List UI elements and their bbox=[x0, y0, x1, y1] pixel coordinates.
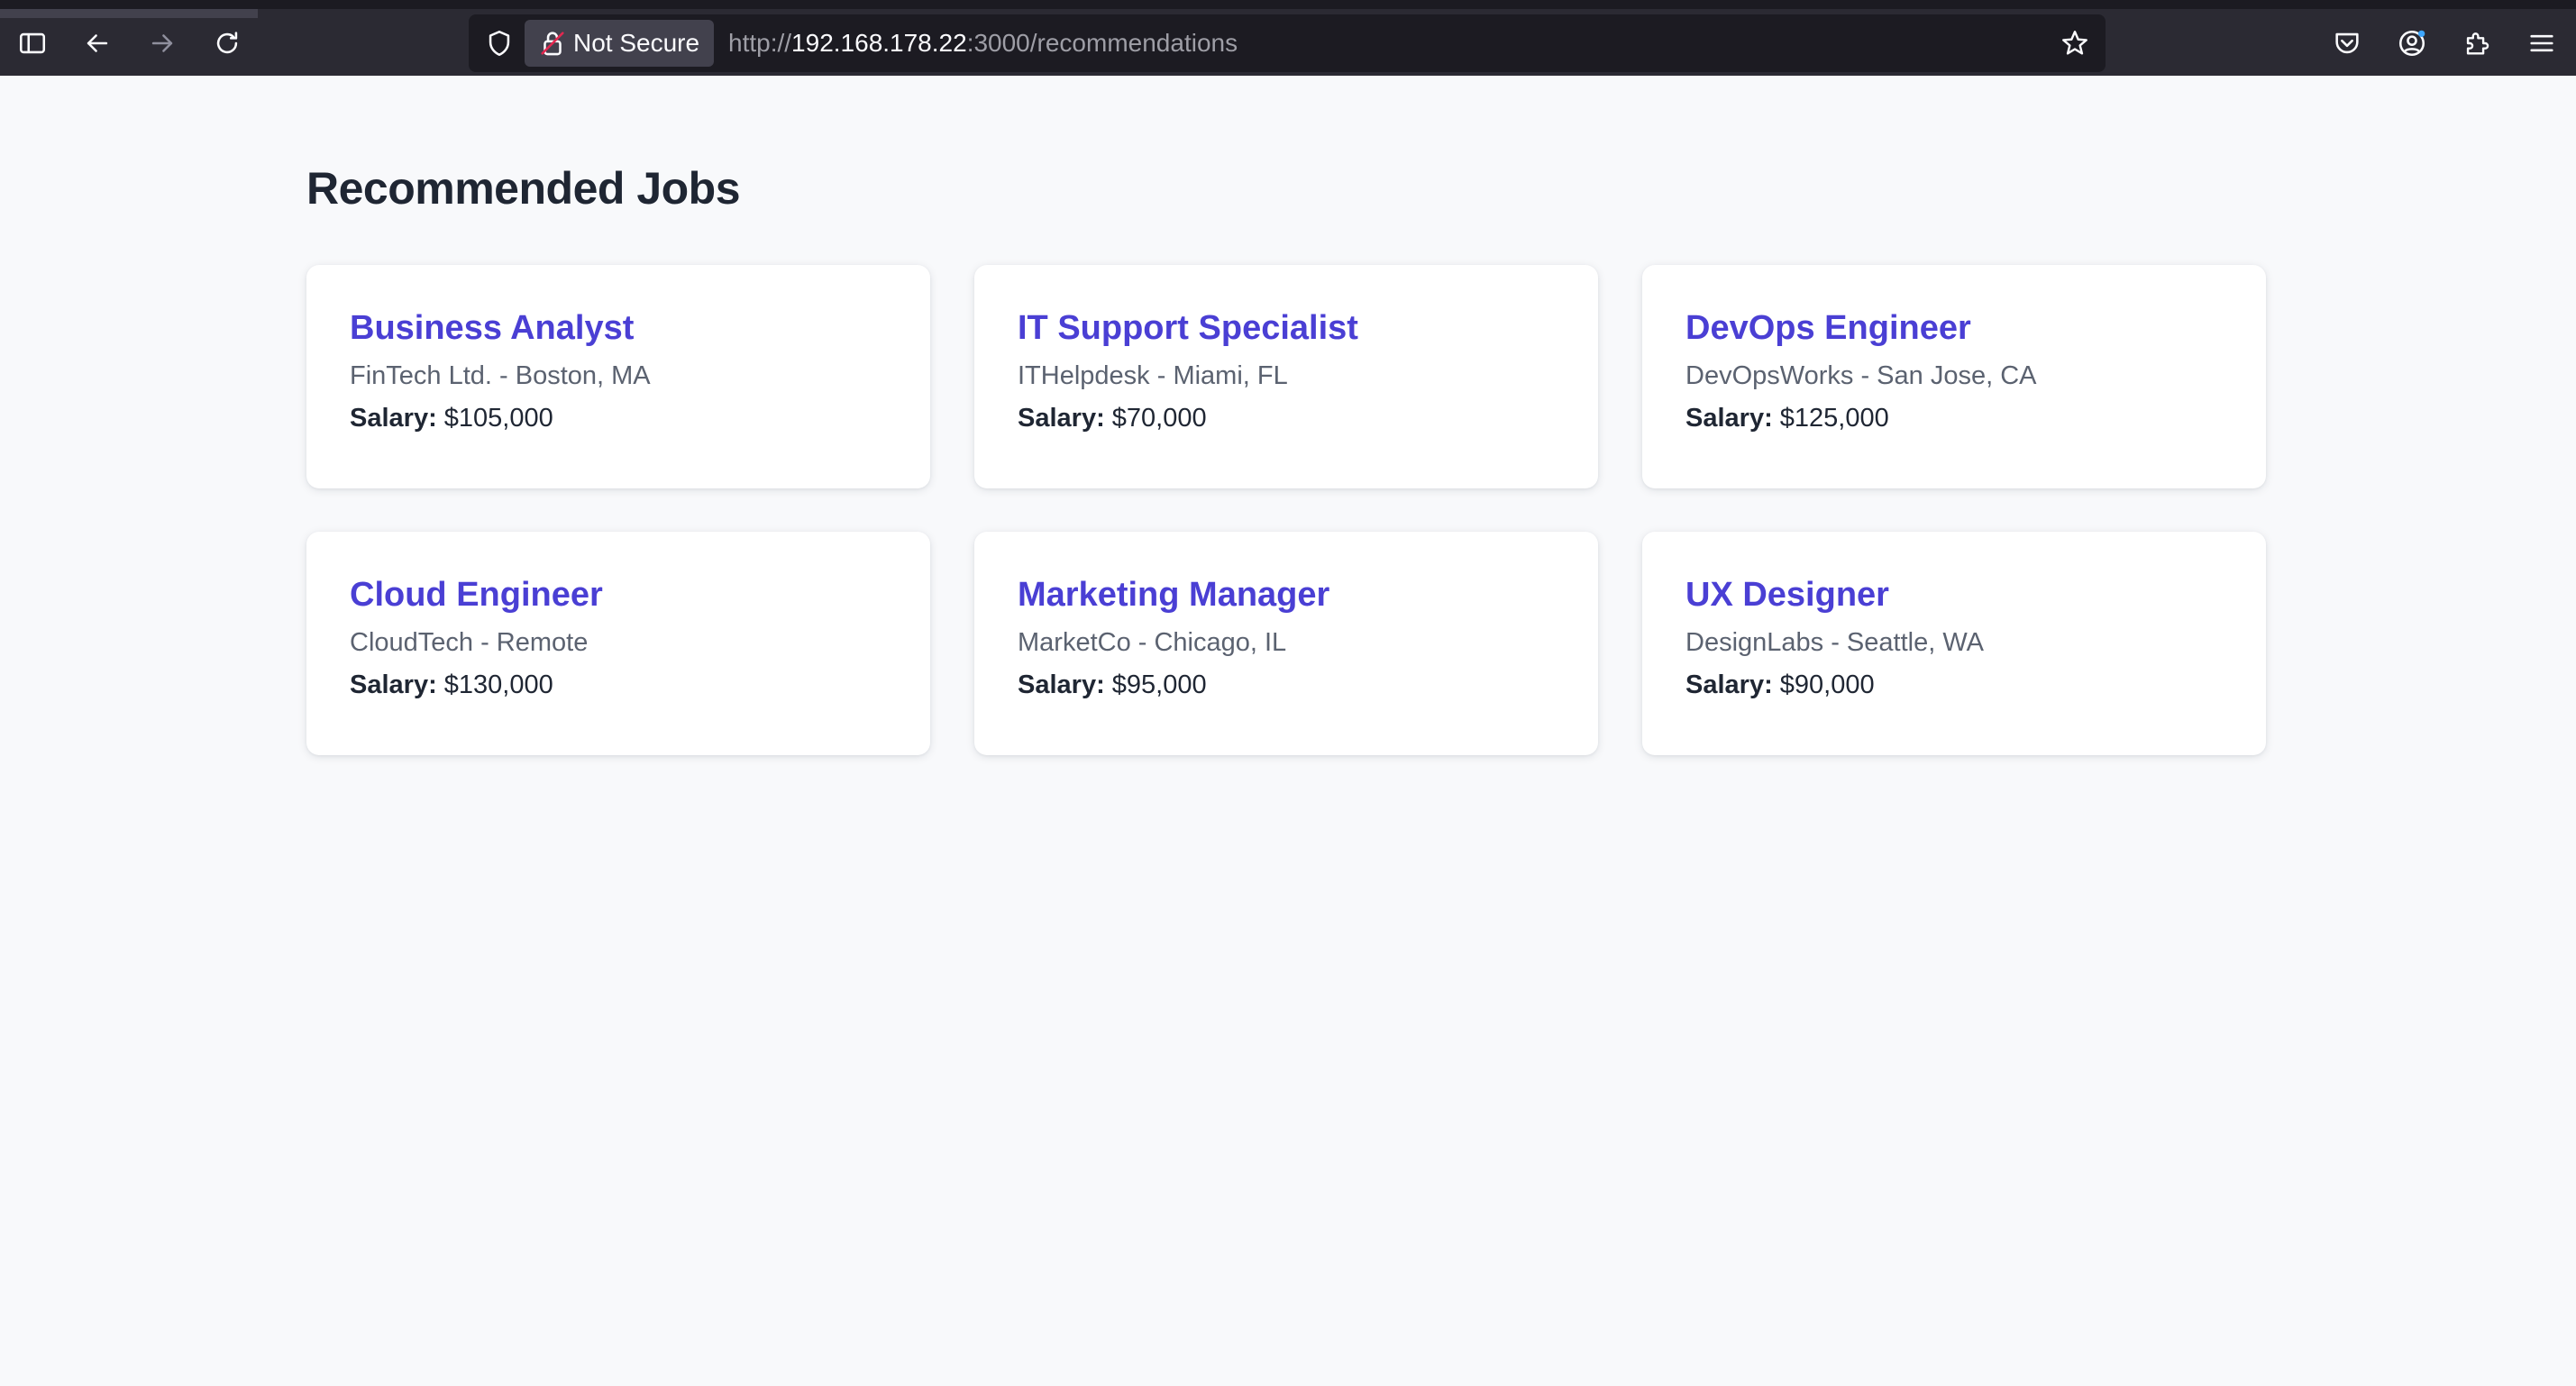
salary-label: Salary: bbox=[1685, 404, 1773, 433]
app-menu-button[interactable] bbox=[2520, 22, 2563, 65]
job-card-grid: Business Analyst FinTech Ltd. - Boston, … bbox=[306, 265, 2270, 755]
page-title: Recommended Jobs bbox=[306, 163, 741, 214]
salary-value: $105,000 bbox=[443, 404, 553, 433]
job-card[interactable]: Marketing Manager MarketCo - Chicago, IL… bbox=[974, 532, 1598, 755]
url-host: 192.168.178.22 bbox=[791, 29, 967, 57]
salary-value: $125,000 bbox=[1779, 404, 1889, 433]
salary-value: $95,000 bbox=[1111, 670, 1207, 699]
job-title-link[interactable]: DevOps Engineer bbox=[1685, 308, 2223, 348]
job-company-location: MarketCo - Chicago, IL bbox=[1018, 628, 1287, 657]
job-salary: Salary: $130,000 bbox=[350, 670, 887, 700]
salary-label: Salary: bbox=[1018, 404, 1105, 433]
job-card[interactable]: IT Support Specialist ITHelpdesk - Miami… bbox=[974, 265, 1598, 488]
pocket-icon bbox=[2335, 32, 2359, 54]
job-title-link[interactable]: Cloud Engineer bbox=[350, 575, 887, 615]
job-card[interactable]: DevOps Engineer DevOpsWorks - San Jose, … bbox=[1642, 265, 2266, 488]
job-company-location: DevOpsWorks - San Jose, CA bbox=[1685, 361, 2037, 390]
job-title-link[interactable]: IT Support Specialist bbox=[1018, 308, 1555, 348]
salary-label: Salary: bbox=[1685, 670, 1773, 699]
salary-value: $70,000 bbox=[1111, 404, 1207, 433]
arrow-right-icon bbox=[151, 34, 173, 52]
shield-icon bbox=[489, 30, 510, 57]
salary-value: $130,000 bbox=[443, 670, 553, 699]
salary-label: Salary: bbox=[1018, 670, 1105, 699]
job-card[interactable]: Cloud Engineer CloudTech - Remote Salary… bbox=[306, 532, 930, 755]
notification-dot bbox=[2417, 30, 2425, 38]
arrow-left-icon bbox=[87, 34, 108, 52]
salary-label: Salary: bbox=[350, 670, 437, 699]
job-salary: Salary: $105,000 bbox=[350, 403, 887, 433]
job-company-location: CloudTech - Remote bbox=[350, 628, 589, 657]
sidebar-toggle-button[interactable] bbox=[11, 22, 54, 65]
tab-strip-indicator bbox=[0, 9, 258, 18]
browser-toolbar: Not Secure http://192.168.178.22:3000/re… bbox=[0, 0, 2576, 76]
job-salary: Salary: $70,000 bbox=[1018, 403, 1555, 433]
not-secure-label: Not Secure bbox=[573, 29, 700, 57]
job-company-location: DesignLabs - Seattle, WA bbox=[1685, 628, 1984, 657]
job-title-link[interactable]: UX Designer bbox=[1685, 575, 2223, 615]
page-content: Recommended Jobs Business Analyst FinTec… bbox=[0, 76, 2576, 1386]
reload-button[interactable] bbox=[206, 22, 249, 65]
hamburger-menu-icon bbox=[2530, 34, 2553, 52]
salary-value: $90,000 bbox=[1779, 670, 1875, 699]
back-button[interactable] bbox=[76, 22, 119, 65]
star-icon bbox=[2062, 31, 2087, 55]
job-salary: Salary: $90,000 bbox=[1685, 670, 2223, 700]
account-button[interactable] bbox=[2390, 22, 2434, 65]
pocket-button[interactable] bbox=[2325, 22, 2369, 65]
job-card[interactable]: UX Designer DesignLabs - Seattle, WA Sal… bbox=[1642, 532, 2266, 755]
reload-icon bbox=[216, 32, 238, 54]
url-text[interactable]: http://192.168.178.22:3000/recommendatio… bbox=[728, 14, 1238, 72]
job-company-location: FinTech Ltd. - Boston, MA bbox=[350, 361, 651, 390]
job-card[interactable]: Business Analyst FinTech Ltd. - Boston, … bbox=[306, 265, 930, 488]
job-salary: Salary: $125,000 bbox=[1685, 403, 2223, 433]
salary-label: Salary: bbox=[350, 404, 437, 433]
bookmark-button[interactable] bbox=[2053, 22, 2096, 65]
puzzle-icon bbox=[2466, 32, 2489, 55]
broken-lock-icon bbox=[541, 32, 564, 56]
url-scheme: http:// bbox=[728, 29, 792, 57]
job-salary: Salary: $95,000 bbox=[1018, 670, 1555, 700]
forward-button[interactable] bbox=[141, 22, 184, 65]
url-path: :3000/recommendations bbox=[966, 29, 1238, 57]
job-company-location: ITHelpdesk - Miami, FL bbox=[1018, 361, 1288, 390]
address-bar[interactable]: Not Secure http://192.168.178.22:3000/re… bbox=[469, 14, 2106, 72]
tracking-protection-button[interactable] bbox=[478, 22, 521, 65]
site-security-button[interactable]: Not Secure bbox=[525, 20, 715, 67]
job-title-link[interactable]: Marketing Manager bbox=[1018, 575, 1555, 615]
sidebar-icon bbox=[19, 32, 46, 54]
account-icon bbox=[2398, 30, 2425, 57]
job-title-link[interactable]: Business Analyst bbox=[350, 308, 887, 348]
extensions-button[interactable] bbox=[2455, 22, 2498, 65]
